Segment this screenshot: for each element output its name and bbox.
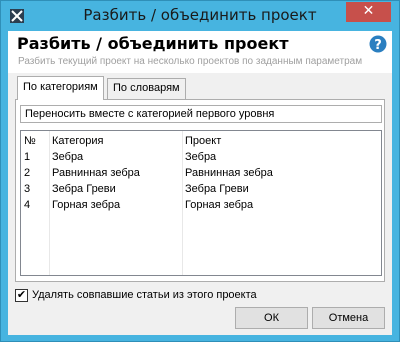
- column-header-category[interactable]: Категория: [49, 133, 182, 149]
- group-label: Переносить вместе с категорией первого у…: [20, 105, 382, 123]
- dialog-heading: Разбить / объединить проект: [17, 34, 289, 53]
- row-category[interactable]: Зебра Греви: [49, 181, 182, 197]
- table-row[interactable]: 3 Зебра Греви Зебра Греви: [21, 181, 381, 197]
- row-category[interactable]: Горная зебра: [49, 197, 182, 213]
- dialog-subheading: Разбить текущий проект на несколько прое…: [18, 56, 363, 67]
- row-project[interactable]: Горная зебра: [182, 197, 381, 213]
- cancel-button[interactable]: Отмена: [312, 307, 385, 329]
- close-button[interactable]: ✕: [346, 2, 391, 22]
- grid-header-row: № Категория Проект: [21, 133, 381, 149]
- table-row[interactable]: 1 Зебра Зебра: [21, 149, 381, 165]
- row-project[interactable]: Равнинная зебра: [182, 165, 381, 181]
- window-title: Разбить / объединить проект: [83, 6, 317, 24]
- svg-text:?: ?: [374, 38, 382, 53]
- table-row[interactable]: 4 Горная зебра Горная зебра: [21, 197, 381, 213]
- row-project[interactable]: Зебра Греви: [182, 181, 381, 197]
- row-project[interactable]: Зебра: [182, 149, 381, 165]
- tab-panel-categories: Переносить вместе с категорией первого у…: [15, 99, 385, 282]
- title-bar[interactable]: Разбить / объединить проект ✕: [1, 1, 399, 31]
- row-number: 4: [24, 199, 31, 211]
- delete-matched-label[interactable]: Удалять совпавшие статьи из этого проект…: [32, 289, 257, 301]
- dialog-header: Разбить / объединить проект Разбить теку…: [8, 31, 392, 73]
- row-number: 3: [24, 183, 31, 195]
- table-row[interactable]: 2 Равнинная зебра Равнинная зебра: [21, 165, 381, 181]
- dialog-window: Разбить / объединить проект ✕ Разбить / …: [0, 0, 400, 342]
- row-number: 1: [24, 151, 31, 163]
- category-grid[interactable]: № Категория Проект 1 Зебра Зебра 2 Равни…: [20, 130, 382, 276]
- ok-button[interactable]: ОК: [235, 307, 308, 329]
- tab-by-categories[interactable]: По категориям: [17, 76, 104, 100]
- row-category[interactable]: Зебра: [49, 149, 182, 165]
- tab-by-dictionaries[interactable]: По словарям: [107, 78, 186, 99]
- column-header-number[interactable]: №: [21, 133, 49, 149]
- help-icon[interactable]: ?: [369, 35, 387, 53]
- row-number: 2: [24, 167, 31, 179]
- dialog-client-area: Разбить / объединить проект Разбить теку…: [8, 31, 392, 335]
- delete-matched-checkbox[interactable]: ✔: [15, 289, 28, 302]
- row-category[interactable]: Равнинная зебра: [49, 165, 182, 181]
- column-header-project[interactable]: Проект: [182, 133, 381, 149]
